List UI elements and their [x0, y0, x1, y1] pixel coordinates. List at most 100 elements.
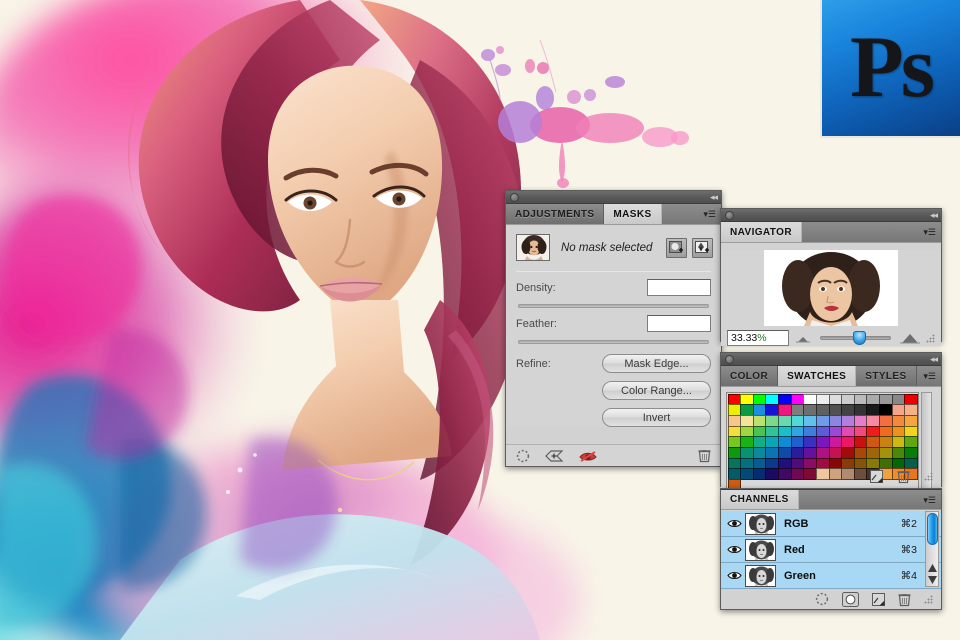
collapse-to-icons-icon[interactable]: ◂◂: [930, 354, 938, 365]
panel-resize-grip[interactable]: [924, 471, 933, 481]
tab-adjustments[interactable]: ADJUSTMENTS: [506, 204, 605, 224]
channels-panel: CHANNELS ▾☰ RGB ⌘2 Red ⌘3 Green ⌘4: [720, 488, 942, 610]
refine-label: Refine:: [516, 358, 551, 370]
density-input[interactable]: [647, 279, 711, 296]
channels-panel-menu-icon[interactable]: ▾☰: [923, 495, 936, 505]
navigator-panel-titlebar[interactable]: ◂◂: [721, 209, 941, 222]
photoshop-screen: Ps ◂◂ ADJUSTMENTS MASKS ▾☰ No mask selec…: [0, 0, 960, 640]
channel-shortcut-label: ⌘2: [900, 517, 917, 530]
swatches-panel-titlebar[interactable]: ◂◂: [721, 353, 941, 366]
navigator-panel-menu-icon[interactable]: ▾☰: [923, 227, 936, 237]
load-channel-as-selection-icon[interactable]: [815, 592, 829, 606]
masks-panel-body: No mask selected Density: Feather: Refin…: [506, 225, 721, 466]
add-vector-mask-button[interactable]: [692, 237, 713, 258]
tabbar-filler: [802, 222, 923, 242]
channel-visibility-toggle[interactable]: [723, 518, 745, 529]
scroll-up-arrow-icon[interactable]: [928, 564, 937, 572]
tab-color[interactable]: COLOR: [721, 366, 779, 386]
new-swatch-icon[interactable]: [870, 469, 883, 483]
feather-input[interactable]: [647, 315, 711, 332]
apply-mask-icon[interactable]: [544, 449, 564, 463]
channels-panel-footer: [721, 589, 941, 609]
zoom-slider-knob[interactable]: [853, 331, 867, 345]
color-range-button[interactable]: Color Range...: [602, 381, 711, 400]
channels-scrollbar[interactable]: [925, 511, 939, 587]
swatches-panel-menu-icon[interactable]: ▾☰: [923, 371, 936, 381]
panel-close-dot-icon[interactable]: [725, 355, 734, 364]
channel-visibility-toggle[interactable]: [723, 544, 745, 555]
tabbar-filler: [799, 490, 924, 509]
create-new-channel-icon[interactable]: [872, 592, 885, 606]
mask-add-buttons: [666, 237, 713, 258]
delete-swatch-icon[interactable]: [897, 469, 910, 484]
add-pixel-mask-button[interactable]: [666, 237, 687, 258]
disable-mask-icon[interactable]: [578, 449, 598, 463]
masks-panel-tabbar: ADJUSTMENTS MASKS ▾☰: [506, 204, 721, 225]
mask-thumbnail[interactable]: [516, 234, 550, 261]
zoom-slider[interactable]: [820, 331, 891, 345]
save-selection-as-channel-icon[interactable]: [842, 591, 859, 607]
masks-panel-titlebar[interactable]: ◂◂: [506, 191, 721, 204]
feather-row: Feather:: [506, 308, 721, 334]
channel-row[interactable]: RGB ⌘2: [721, 511, 941, 537]
panel-resize-grip[interactable]: [926, 333, 935, 343]
panel-resize-grip[interactable]: [924, 594, 933, 604]
zoom-out-small-mountain-icon[interactable]: [795, 333, 811, 343]
zoom-in-large-mountain-icon[interactable]: [900, 332, 920, 344]
channel-row[interactable]: Red ⌘3: [721, 537, 941, 563]
tabbar-filler: [662, 204, 704, 224]
navigator-panel: ◂◂ NAVIGATOR ▾☰ 33.33 %: [720, 208, 942, 346]
channels-panel-tabbar: CHANNELS ▾☰: [721, 489, 941, 510]
tab-navigator[interactable]: NAVIGATOR: [721, 222, 802, 242]
channel-shortcut-label: ⌘3: [900, 543, 917, 556]
masks-panel-footer: [506, 444, 721, 466]
panel-close-dot-icon[interactable]: [725, 211, 734, 220]
tab-swatches[interactable]: SWATCHES: [778, 366, 857, 386]
density-row: Density:: [506, 272, 721, 298]
mask-thumbnail-image: [517, 235, 549, 260]
channel-thumbnail[interactable]: [745, 538, 776, 561]
navigator-panel-body: 33.33%: [721, 250, 941, 346]
photoshop-logo-text: Ps: [850, 19, 935, 116]
zoom-level-input[interactable]: 33.33%: [727, 330, 789, 346]
refine-button-column: Mask Edge... Color Range... Invert: [578, 354, 711, 427]
channel-shortcut-label: ⌘4: [900, 569, 917, 582]
channels-list: RGB ⌘2 Red ⌘3 Green ⌘4: [721, 510, 941, 589]
refine-section: Refine: Mask Edge... Color Range... Inve…: [506, 344, 721, 427]
collapse-to-icons-icon[interactable]: ◂◂: [930, 210, 938, 221]
tabbar-filler: [917, 366, 924, 386]
scroll-down-arrow-icon[interactable]: [928, 576, 937, 584]
feather-label: Feather:: [516, 317, 557, 330]
mask-status-label: No mask selected: [561, 241, 653, 254]
pixel-mask-icon: [669, 240, 683, 253]
invert-button[interactable]: Invert: [602, 408, 711, 427]
load-selection-from-mask-icon[interactable]: [516, 449, 530, 463]
collapse-to-icons-icon[interactable]: ◂◂: [710, 192, 718, 203]
navigator-preview-image: [764, 250, 898, 326]
channel-thumbnail[interactable]: [745, 512, 776, 535]
navigator-zoom-controls: 33.33%: [721, 326, 941, 346]
masks-panel: ◂◂ ADJUSTMENTS MASKS ▾☰ No mask selected…: [505, 190, 722, 467]
channel-thumbnail[interactable]: [745, 564, 776, 587]
swatches-panel-body: [721, 387, 941, 493]
density-label: Density:: [516, 281, 556, 294]
tab-channels[interactable]: CHANNELS: [721, 490, 799, 509]
channel-name-label: Green: [784, 569, 816, 582]
channel-name-label: RGB: [784, 517, 809, 530]
navigator-preview-wrap: [721, 250, 941, 326]
tab-styles[interactable]: STYLES: [856, 366, 917, 386]
panel-close-dot-icon[interactable]: [510, 193, 519, 202]
tab-masks[interactable]: MASKS: [604, 204, 662, 224]
channel-name-label: Red: [784, 543, 805, 556]
zoom-percent-symbol: %: [757, 332, 767, 344]
channel-row[interactable]: Green ⌘4: [721, 563, 941, 589]
delete-mask-icon[interactable]: [698, 448, 711, 463]
navigator-preview[interactable]: [764, 250, 898, 326]
delete-channel-icon[interactable]: [898, 592, 911, 607]
channel-visibility-toggle[interactable]: [723, 570, 745, 581]
swatches-panel: ◂◂ COLOR SWATCHES STYLES ▾☰: [720, 352, 942, 493]
channels-scrollbar-thumb[interactable]: [927, 513, 938, 545]
mask-edge-button[interactable]: Mask Edge...: [602, 354, 711, 373]
masks-panel-menu-icon[interactable]: ▾☰: [703, 209, 716, 219]
zoom-level-value: 33.33: [731, 332, 758, 344]
